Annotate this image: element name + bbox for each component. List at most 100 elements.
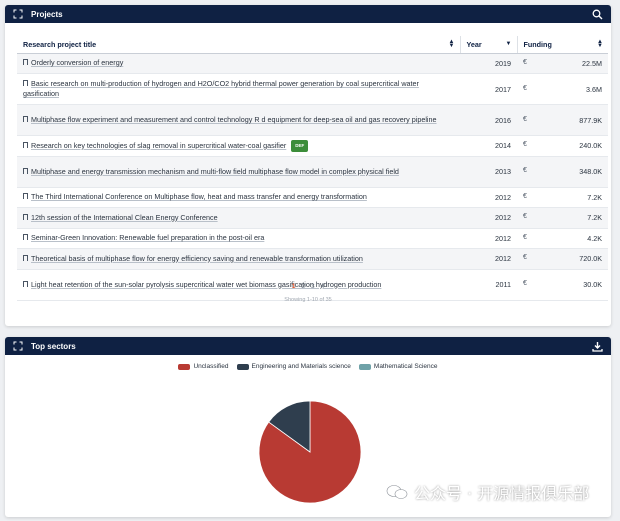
cell-title[interactable]: Theoretical basis of multiphase flow for…	[17, 248, 460, 270]
cell-year: 2012	[460, 207, 517, 229]
project-title-link[interactable]: Research on key technologies of slag rem…	[31, 141, 286, 150]
bookmark-icon[interactable]	[23, 59, 28, 66]
funding-amount: 348.0K	[579, 167, 602, 176]
showing-count: Showing 1-10 of 35	[284, 297, 332, 303]
cell-funding: €720.0K	[517, 248, 608, 270]
projects-panel: Projects Research project title ▲ ▼ Year …	[5, 5, 611, 326]
cell-year: 2019	[460, 53, 517, 74]
legend-label: Engineering and Materials science	[251, 363, 351, 370]
column-header-year[interactable]: Year ▼	[459, 36, 517, 54]
column-header-title[interactable]: Research project title ▲ ▼	[17, 36, 460, 54]
bookmark-icon[interactable]	[23, 213, 28, 220]
currency-symbol: €	[523, 254, 527, 262]
cell-funding: €7.2K	[517, 207, 608, 229]
table-row[interactable]: Multiphase and energy transmission mecha…	[17, 156, 608, 188]
cell-title[interactable]: Orderly conversion of energy	[17, 53, 460, 74]
legend-swatch	[178, 363, 191, 370]
funding-amount: 877.9K	[579, 115, 602, 125]
projects-title: Projects	[31, 9, 63, 19]
cell-year: 2013	[460, 156, 517, 188]
cell-title[interactable]: Research on key technologies of slag rem…	[17, 135, 460, 157]
funding-amount: 7.2K	[587, 192, 602, 202]
cell-funding: €7.2K	[517, 187, 608, 208]
table-row[interactable]: Theoretical basis of multiphase flow for…	[17, 248, 608, 270]
cell-funding: €348.0K	[517, 156, 608, 188]
table-row[interactable]: Basic research on multi-production of hy…	[17, 73, 608, 105]
pagination: 1234	[5, 283, 611, 290]
page-link[interactable]: 2	[301, 283, 305, 290]
funding-amount: 4.2K	[587, 233, 602, 243]
currency-symbol: €	[523, 115, 527, 123]
project-title-link[interactable]: Multiphase and energy transmission mecha…	[31, 167, 399, 176]
cell-title[interactable]: Basic research on multi-production of hy…	[17, 73, 460, 105]
cell-title[interactable]: Seminar-Green Innovation: Renewable fuel…	[17, 228, 460, 249]
expand-icon[interactable]	[13, 9, 23, 19]
cell-funding: €3.6M	[517, 73, 608, 105]
project-title-link[interactable]: Seminar-Green Innovation: Renewable fuel…	[31, 233, 264, 242]
legend-item[interactable]: Engineering and Materials science	[236, 363, 351, 370]
table-row[interactable]: Research on key technologies of slag rem…	[17, 135, 608, 157]
cell-year: 2016	[460, 104, 517, 136]
column-label-year: Year	[466, 39, 482, 49]
project-title-link[interactable]: Basic research on multi-production of hy…	[23, 79, 419, 98]
bookmark-icon[interactable]	[23, 234, 28, 241]
cell-title[interactable]: The Third International Conference on Mu…	[17, 187, 460, 208]
sort-icon[interactable]: ▲ ▼	[597, 39, 603, 49]
funding-amount: 22.5M	[582, 58, 602, 68]
bookmark-icon[interactable]	[23, 141, 28, 148]
project-title-link[interactable]: 12th session of the International Clean …	[31, 213, 218, 222]
column-label-title: Research project title	[23, 39, 97, 49]
pie-chart	[258, 400, 362, 504]
cell-year: 2012	[460, 228, 517, 249]
legend-swatch	[236, 363, 249, 370]
sort-icon[interactable]: ▲ ▼	[449, 39, 455, 49]
funding-amount: 3.6M	[586, 84, 602, 94]
table-row[interactable]: Orderly conversion of energy 2019 €22.5M	[17, 53, 608, 74]
page-link[interactable]: 3	[311, 283, 315, 290]
wechat-icon	[386, 485, 408, 499]
bookmark-icon[interactable]	[23, 116, 28, 122]
table-row[interactable]: The Third International Conference on Mu…	[17, 187, 608, 208]
bookmark-icon[interactable]	[23, 254, 28, 261]
funding-amount: 7.2K	[587, 213, 602, 223]
project-title-link[interactable]: The Third International Conference on Mu…	[31, 192, 367, 201]
page-link[interactable]: 1	[292, 283, 296, 290]
cell-year: 2012	[460, 187, 517, 208]
projects-header: Projects	[5, 5, 611, 23]
cell-funding: €4.2K	[517, 228, 608, 249]
legend-item[interactable]: Unclassified	[178, 363, 229, 370]
table-row[interactable]: Seminar-Green Innovation: Renewable fuel…	[17, 228, 608, 249]
legend-swatch	[358, 363, 371, 370]
project-title-link[interactable]: Theoretical basis of multiphase flow for…	[31, 254, 363, 263]
cell-title[interactable]: 12th session of the International Clean …	[17, 207, 460, 229]
sort-icon[interactable]: ▼	[506, 41, 512, 47]
funding-amount: 720.0K	[579, 254, 602, 264]
cell-title[interactable]: Multiphase flow experiment and measureme…	[17, 104, 460, 136]
currency-symbol: €	[523, 84, 527, 92]
status-badge: DEF	[291, 139, 309, 152]
expand-icon[interactable]	[13, 341, 23, 351]
bookmark-icon[interactable]	[23, 167, 28, 174]
legend-item[interactable]: Mathematical Science	[358, 363, 438, 370]
watermark-text: 公众号 · 开源情报俱乐部	[414, 484, 590, 503]
download-icon[interactable]	[592, 341, 603, 352]
legend-label: Unclassified	[193, 363, 229, 370]
page-link[interactable]: 4	[321, 283, 325, 290]
sectors-title: Top sectors	[31, 341, 76, 351]
project-title-link[interactable]: Orderly conversion of energy	[31, 58, 123, 67]
cell-funding: €22.5M	[517, 53, 608, 74]
project-title-link[interactable]: Multiphase flow experiment and measureme…	[31, 115, 437, 124]
bookmark-icon[interactable]	[23, 80, 28, 86]
sectors-header: Top sectors	[5, 337, 611, 355]
cell-year: 2017	[460, 73, 517, 105]
currency-symbol: €	[523, 213, 527, 221]
search-icon[interactable]	[592, 9, 603, 20]
table-row[interactable]: Multiphase flow experiment and measureme…	[17, 104, 608, 136]
bookmark-icon[interactable]	[23, 193, 28, 200]
chart-legend: Unclassified Engineering and Materials sc…	[5, 363, 611, 372]
currency-symbol: €	[523, 167, 527, 174]
column-header-funding[interactable]: Funding ▲ ▼	[516, 36, 608, 54]
legend-label: Mathematical Science	[373, 363, 438, 370]
table-row[interactable]: 12th session of the International Clean …	[17, 207, 608, 229]
cell-title[interactable]: Multiphase and energy transmission mecha…	[17, 156, 460, 188]
